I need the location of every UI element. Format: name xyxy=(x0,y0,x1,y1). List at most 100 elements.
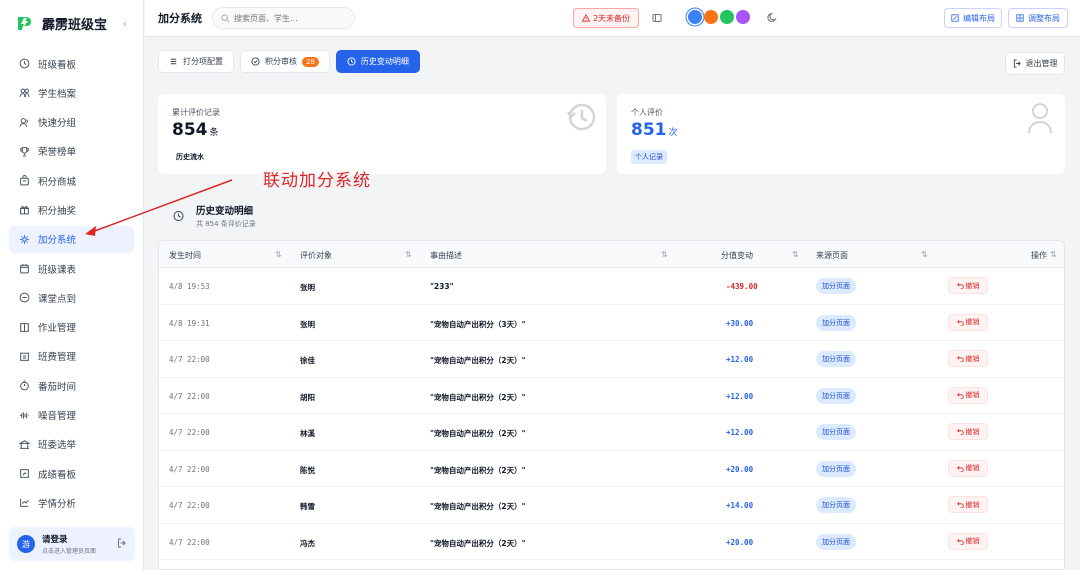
sidebar-item-label: 积分商城 xyxy=(38,176,77,188)
brand-name: 霹雳班级宝 xyxy=(42,17,108,33)
sort-icon[interactable]: ⇅ xyxy=(405,250,412,259)
history-table: 发生时间 ⇅ 评价对象 ⇅ 事由描述 ⇅ 分值变动 ⇅ 来源页面 ⇅ 操作 ⇅ … xyxy=(158,240,1065,570)
tab-label: 历史变动明细 xyxy=(360,57,409,66)
tab-history[interactable]: 历史变动明细 xyxy=(335,50,420,73)
table-row: 4/7 22:00 林溪 "宠物自动产出积分（2天）" +12.00 加分页面 撤销 xyxy=(159,414,1064,451)
sidebar-item-13[interactable]: 班委选举 xyxy=(9,431,134,458)
cell-time: 4/8 19:31 xyxy=(169,318,210,328)
undo-label: 撤销 xyxy=(965,500,980,509)
sort-icon[interactable]: ⇅ xyxy=(275,250,282,259)
undo-button[interactable]: 撤销 xyxy=(948,350,988,367)
undo-label: 撤销 xyxy=(965,427,980,436)
panel-toggle-icon[interactable] xyxy=(652,13,662,26)
edit-layout-label: 编辑布局 xyxy=(963,13,995,23)
sidebar-item-6[interactable]: 加分系统 xyxy=(9,225,134,253)
table-row: 4/7 22:00 韩雪 "宠物自动产出积分（2天）" +14.00 加分页面 撤销 xyxy=(159,487,1064,524)
search-icon xyxy=(221,13,230,22)
sidebar-item-label: 荣誉榜单 xyxy=(38,147,77,159)
tab-bar: 打分项配置 积分审核 28 历史变动明细 xyxy=(158,50,420,73)
undo-button[interactable]: 撤销 xyxy=(948,386,988,404)
sidebar-item-7[interactable]: 班级课表 xyxy=(9,255,134,282)
cell-reason: "宠物自动产出积分（2天）" xyxy=(430,502,526,511)
search-box[interactable] xyxy=(212,7,355,29)
theme-color-swatch[interactable] xyxy=(704,10,718,24)
sidebar: 霹雳班级宝 ‹ 班级看板 学生档案快速分组荣誉榜单积分商城积分抽奖加分系统班级课表… xyxy=(0,0,144,570)
sidebar-item-15[interactable]: 学情分析 xyxy=(9,489,134,516)
cell-value: +12.00 xyxy=(726,355,754,364)
tab-score-review[interactable]: 积分审核 28 xyxy=(240,50,330,73)
check-circle-icon xyxy=(251,57,260,66)
login-title: 请登录 xyxy=(42,535,68,545)
moon-icon[interactable] xyxy=(767,12,778,26)
tab-score-config[interactable]: 打分项配置 xyxy=(158,50,234,73)
cell-target: 冯杰 xyxy=(300,538,315,548)
logout-icon[interactable] xyxy=(117,538,127,551)
cell-time: 4/7 22:00 xyxy=(169,355,210,364)
source-badge: 加分页面 xyxy=(816,497,856,513)
cell-reason: "宠物自动产出积分（2天）" xyxy=(430,538,526,548)
collapse-icon[interactable]: ‹ xyxy=(123,17,127,30)
cell-time: 4/8 19:53 xyxy=(169,282,210,291)
sidebar-item-8[interactable]: 课堂点到 xyxy=(9,284,134,311)
adjust-layout-button[interactable]: 调整布局 xyxy=(1008,8,1068,28)
header-time: 发生时间 xyxy=(169,251,201,260)
users-icon xyxy=(19,87,30,98)
sidebar-item-9[interactable]: 作业管理 xyxy=(9,314,134,341)
annotation-text: 联动加分系统 xyxy=(263,171,371,191)
cell-target: 韩雪 xyxy=(300,502,315,511)
undo-button[interactable]: 撤销 xyxy=(948,313,988,331)
undo-button[interactable]: 撤销 xyxy=(948,532,988,550)
edit-layout-button[interactable]: 编辑布局 xyxy=(944,8,1002,28)
header-target: 评价对象 xyxy=(300,251,332,260)
sidebar-item-label: 快速分组 xyxy=(38,118,77,130)
undo-button[interactable]: 撤销 xyxy=(948,277,988,294)
sidebar-item-label: 作业管理 xyxy=(38,323,77,335)
sidebar-item-12[interactable]: 噪音管理 xyxy=(9,402,134,429)
theme-color-swatch[interactable] xyxy=(736,10,750,24)
sidebar-item-1[interactable]: 学生档案 xyxy=(9,79,134,106)
cell-value: +20.00 xyxy=(726,537,754,547)
cell-reason: "宠物自动产出积分（3天）" xyxy=(430,319,526,329)
source-badge: 加分页面 xyxy=(816,460,856,477)
sidebar-item-4[interactable]: 积分商城 xyxy=(9,167,134,194)
theme-color-picker xyxy=(688,10,750,24)
theme-color-swatch[interactable] xyxy=(688,10,702,24)
stat-value: 854 条 xyxy=(172,120,219,140)
search-input[interactable] xyxy=(234,13,344,23)
sidebar-item-0[interactable]: 班级看板 xyxy=(9,50,134,77)
sort-icon[interactable]: ⇅ xyxy=(792,250,799,259)
sidebar-item-5[interactable]: 积分抽奖 xyxy=(9,196,134,223)
history-section-header: 历史变动明细 共 854 条评价记录 xyxy=(172,203,256,229)
sidebar-item-3[interactable]: 荣誉榜单 xyxy=(9,138,134,165)
chart-icon xyxy=(19,497,30,508)
backup-label: 2天未备份 xyxy=(592,13,631,23)
sidebar-item-14[interactable]: 成绩看板 xyxy=(9,460,134,487)
cell-reason: "宠物自动产出积分（2天）" xyxy=(430,429,526,438)
sidebar-item-11[interactable]: 番茄时间 xyxy=(9,372,134,399)
undo-label: 撤销 xyxy=(965,281,980,290)
sidebar-item-label: 成绩看板 xyxy=(38,469,77,481)
sidebar-item-label: 班费管理 xyxy=(38,352,77,364)
exit-management-button[interactable]: 退出管理 xyxy=(1005,52,1065,75)
sort-icon[interactable]: ⇅ xyxy=(921,250,928,259)
undo-button[interactable]: 撤销 xyxy=(948,496,988,513)
backup-warning-button[interactable]: 2天未备份 xyxy=(573,8,639,28)
score-icon xyxy=(19,468,30,479)
group-icon xyxy=(19,117,30,128)
cell-value: +30.00 xyxy=(726,318,754,328)
sort-icon[interactable]: ⇅ xyxy=(661,250,668,259)
login-card[interactable]: 游 请登录 点击进入管理员页面 xyxy=(9,527,135,561)
history-icon xyxy=(347,57,356,66)
sidebar-item-label: 加分系统 xyxy=(38,235,77,247)
undo-button[interactable]: 撤销 xyxy=(948,423,988,440)
stat-tag: 历史流水 xyxy=(176,153,204,161)
timer-icon xyxy=(19,380,30,391)
undo-label: 撤销 xyxy=(965,537,980,545)
undo-button[interactable]: 撤销 xyxy=(948,459,988,477)
cell-value: +12.00 xyxy=(726,428,754,437)
theme-color-swatch[interactable] xyxy=(720,10,734,24)
undo-label: 撤销 xyxy=(965,354,980,363)
sort-icon[interactable]: ⇅ xyxy=(1050,250,1057,259)
sidebar-item-10[interactable]: 班费管理 xyxy=(9,343,134,370)
sidebar-item-2[interactable]: 快速分组 xyxy=(9,109,134,136)
